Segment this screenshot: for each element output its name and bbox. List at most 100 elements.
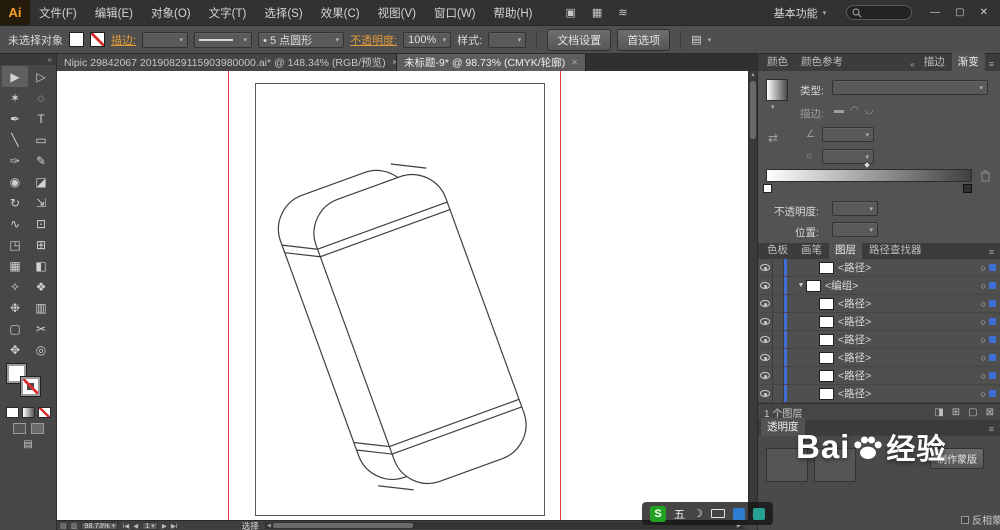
moon-icon[interactable]: ☽ bbox=[693, 507, 703, 520]
share-icon[interactable]: ≋ bbox=[618, 6, 627, 19]
gradient-stop-end[interactable] bbox=[963, 184, 972, 193]
layer-name[interactable]: <路径> bbox=[838, 350, 871, 365]
lock-toggle[interactable] bbox=[773, 385, 784, 402]
lock-toggle[interactable] bbox=[773, 367, 784, 384]
keyboard-icon[interactable] bbox=[710, 509, 725, 518]
toolbar-collapse-icon[interactable]: « bbox=[0, 54, 56, 65]
chevron-down-icon[interactable]: ▾ bbox=[708, 36, 712, 44]
stroke-along-icon[interactable]: ◠ bbox=[850, 105, 859, 116]
canvas[interactable] bbox=[57, 71, 748, 520]
gradient-location-combo[interactable]: ▾ bbox=[832, 222, 878, 237]
menu-object[interactable]: 对象(O) bbox=[142, 5, 200, 21]
lasso-tool[interactable]: ◌ bbox=[28, 87, 54, 108]
layer-row[interactable]: <路径> ○ bbox=[758, 259, 1000, 277]
layer-thumbnail[interactable] bbox=[819, 333, 834, 346]
layer-name[interactable]: <路径> bbox=[838, 368, 871, 383]
gradient-ramp[interactable] bbox=[766, 169, 972, 182]
toolbox-icon[interactable] bbox=[732, 507, 745, 520]
wubi-mode-icon[interactable]: 五 bbox=[674, 506, 685, 522]
stroke-within-icon[interactable]: ▬ bbox=[834, 105, 844, 116]
layer-row[interactable]: <路径> ○ bbox=[758, 295, 1000, 313]
pen-tool[interactable]: ✒ bbox=[2, 108, 28, 129]
gradient-tool[interactable]: ◧ bbox=[28, 255, 54, 276]
target-icon[interactable]: ○ bbox=[981, 299, 986, 309]
hand-tool[interactable]: ✥ bbox=[2, 339, 28, 360]
gradient-angle-combo[interactable]: ▾ bbox=[822, 127, 874, 142]
visibility-toggle[interactable] bbox=[758, 295, 773, 312]
perspective-grid-tool[interactable]: ⊞ bbox=[28, 234, 54, 255]
new-sublayer-icon[interactable]: ⊞ bbox=[952, 407, 960, 418]
paintbrush-tool[interactable]: ✑ bbox=[2, 150, 28, 171]
stroke-panel-link[interactable]: 描边: bbox=[111, 32, 136, 48]
screen-mode-icon[interactable]: ▤ bbox=[0, 439, 56, 450]
layer-row[interactable]: <路径> ○ bbox=[758, 367, 1000, 385]
layer-row[interactable]: <路径> ○ bbox=[758, 349, 1000, 367]
menu-help[interactable]: 帮助(H) bbox=[485, 5, 542, 21]
artboard-tool[interactable]: ▢ bbox=[2, 318, 28, 339]
layer-name[interactable]: <路径> bbox=[838, 296, 871, 311]
gradient-preview-swatch[interactable] bbox=[766, 79, 788, 101]
menu-effect[interactable]: 效果(C) bbox=[312, 5, 369, 21]
gradient-stop-start[interactable] bbox=[763, 184, 772, 193]
gradient-opacity-combo[interactable]: ▾ bbox=[832, 201, 878, 216]
style-combo[interactable]: ▾ bbox=[488, 31, 527, 48]
layer-name[interactable]: <路径> bbox=[838, 260, 871, 275]
app-logo[interactable]: Ai bbox=[0, 0, 30, 25]
artwork-box-outline[interactable] bbox=[256, 84, 544, 515]
menu-edit[interactable]: 编辑(E) bbox=[86, 5, 142, 21]
minimize-button[interactable]: — bbox=[930, 7, 940, 18]
direct-selection-tool[interactable]: ▷ bbox=[28, 66, 54, 87]
layer-thumbnail[interactable] bbox=[819, 387, 834, 400]
visibility-toggle[interactable] bbox=[758, 349, 773, 366]
zoom-combo[interactable]: 98.73% ▾ bbox=[81, 521, 119, 530]
skin-icon[interactable] bbox=[752, 507, 765, 520]
layer-name[interactable]: <路径> bbox=[838, 386, 871, 401]
tab-swatches[interactable]: 色板 bbox=[761, 241, 794, 259]
chevron-down-icon[interactable]: ▾ bbox=[771, 103, 775, 111]
gradient-button[interactable] bbox=[21, 407, 35, 418]
delete-stop-icon[interactable] bbox=[980, 170, 991, 182]
target-icon[interactable]: ○ bbox=[981, 281, 986, 291]
layer-thumbnail[interactable] bbox=[806, 279, 821, 292]
new-layer-icon[interactable]: ▢ bbox=[968, 407, 977, 418]
scrollbar-thumb[interactable] bbox=[272, 523, 413, 528]
scroll-up-icon[interactable]: ▲ bbox=[749, 72, 757, 78]
menu-window[interactable]: 窗口(W) bbox=[425, 5, 485, 21]
visibility-toggle[interactable] bbox=[758, 385, 773, 402]
brush-definition-combo[interactable]: • 5 点圆形 ▾ bbox=[258, 31, 345, 48]
lock-toggle[interactable] bbox=[773, 277, 784, 294]
align-panel-icon[interactable]: ▤ bbox=[691, 33, 701, 46]
tab-brushes[interactable]: 画笔 bbox=[795, 241, 828, 259]
target-icon[interactable]: ○ bbox=[981, 263, 986, 273]
stroke-across-icon[interactable]: ◡ bbox=[865, 105, 874, 116]
blob-brush-tool[interactable]: ◉ bbox=[2, 171, 28, 192]
type-tool[interactable]: T bbox=[28, 108, 54, 129]
color-button[interactable] bbox=[5, 407, 19, 418]
invert-mask-checkbox[interactable] bbox=[961, 515, 969, 524]
artboard[interactable] bbox=[255, 83, 545, 516]
scroll-left-icon[interactable]: ◀ bbox=[267, 523, 271, 529]
selection-tool[interactable]: ▶ bbox=[2, 66, 28, 87]
status-doc-icon[interactable]: ▤ bbox=[60, 522, 67, 530]
invert-mask-option[interactable]: 反相蒙版 bbox=[961, 512, 1000, 527]
layer-name[interactable]: <路径> bbox=[838, 332, 871, 347]
opacity-combo[interactable]: 100% ▾ bbox=[403, 31, 452, 48]
pencil-tool[interactable]: ✎ bbox=[28, 150, 54, 171]
layer-row-group[interactable]: ▼ <编组> ○ bbox=[758, 277, 1000, 295]
close-button[interactable]: ✕ bbox=[980, 7, 988, 18]
target-icon[interactable]: ○ bbox=[981, 317, 986, 327]
target-icon[interactable]: ○ bbox=[981, 371, 986, 381]
fill-color-swatch[interactable] bbox=[69, 32, 84, 47]
none-button[interactable] bbox=[37, 407, 51, 418]
tab-layers[interactable]: 图层 bbox=[829, 241, 862, 259]
first-artboard-button[interactable]: Ⅰ◀ bbox=[122, 522, 129, 530]
visibility-toggle[interactable] bbox=[758, 331, 773, 348]
visibility-toggle[interactable] bbox=[758, 259, 773, 276]
vertical-scrollbar[interactable]: ▲ ▼ bbox=[748, 71, 757, 520]
magic-wand-tool[interactable]: ✶ bbox=[2, 87, 28, 108]
layer-thumbnail[interactable] bbox=[819, 351, 834, 364]
status-grid-icon[interactable]: ▥ bbox=[71, 522, 78, 530]
layer-thumbnail[interactable] bbox=[819, 369, 834, 382]
line-segment-tool[interactable]: ╲ bbox=[2, 129, 28, 150]
layer-name[interactable]: <编组> bbox=[825, 278, 858, 293]
